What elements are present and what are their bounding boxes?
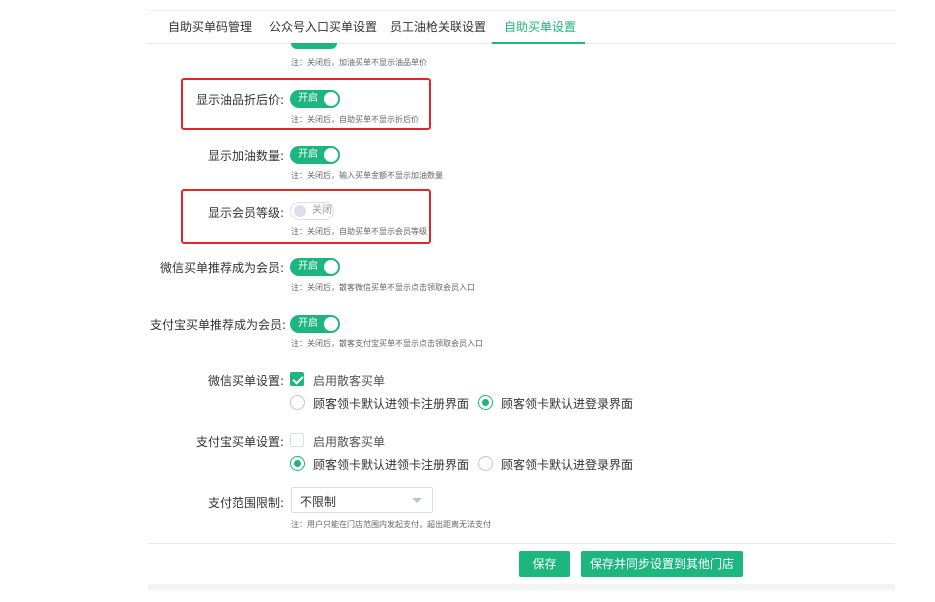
alipay-member-note: 注：关闭后，散客支付宝买单不显示点击领取会员入口 bbox=[291, 339, 483, 348]
alipay-enable-checkbox[interactable] bbox=[290, 433, 304, 447]
alipay-enable-label: 启用散客买单 bbox=[313, 435, 386, 449]
discount-price-label: 显示油品折后价: bbox=[195, 93, 284, 107]
alipay-radio-register[interactable] bbox=[290, 456, 305, 471]
wechat-radio-login-label: 顾客领卡默认进登录界面 bbox=[501, 397, 634, 411]
toggle-text: 开启 bbox=[298, 318, 318, 329]
member-level-note: 注：关闭后，自助买单不显示会员等级 bbox=[291, 227, 427, 236]
discount-price-toggle[interactable]: 开启 bbox=[290, 90, 340, 108]
member-level-toggle[interactable]: 关闭 bbox=[290, 202, 334, 220]
toggle-knob bbox=[324, 148, 338, 162]
pay-range-label: 支付范围限制: bbox=[207, 496, 284, 510]
tab-official-account-entry[interactable]: 公众号入口买单设置 bbox=[269, 11, 377, 44]
tab-self-pay-code[interactable]: 自助买单码管理 bbox=[168, 11, 252, 44]
tab-self-pay-settings[interactable]: 自助买单设置 bbox=[504, 11, 576, 44]
toggle-knob bbox=[294, 205, 306, 217]
tab-staff-nozzle[interactable]: 员工油枪关联设置 bbox=[390, 11, 486, 44]
toggle-knob bbox=[324, 260, 338, 274]
fuel-quantity-note: 注：关闭后，输入买单金额不显示加油数量 bbox=[291, 171, 443, 180]
alipay-member-label: 支付宝买单推荐成为会员: bbox=[150, 318, 287, 332]
wechat-member-label: 微信买单推荐成为会员: bbox=[159, 261, 284, 275]
top-note: 注：关闭后，加油买单不显示油品单价 bbox=[291, 58, 427, 67]
chevron-down-icon bbox=[412, 498, 422, 503]
fuel-quantity-label: 显示加油数量: bbox=[207, 149, 284, 163]
member-level-label: 显示会员等级: bbox=[207, 206, 284, 220]
alipay-pay-label: 支付宝买单设置: bbox=[195, 435, 284, 449]
wechat-enable-label: 启用散客买单 bbox=[313, 374, 386, 388]
toggle-text: 开启 bbox=[298, 261, 318, 272]
wechat-enable-checkbox[interactable] bbox=[290, 372, 304, 386]
pay-range-note: 注：用户只能在门店范围内发起支付，超出距离无法支付 bbox=[291, 520, 491, 529]
save-button[interactable]: 保存 bbox=[519, 551, 570, 577]
discount-price-note: 注：关闭后，自助买单不显示折后价 bbox=[291, 115, 419, 124]
wechat-member-note: 注：关闭后，散客微信买单不显示点击领取会员入口 bbox=[291, 283, 475, 292]
wechat-member-toggle[interactable]: 开启 bbox=[290, 258, 340, 276]
fuel-quantity-toggle[interactable]: 开启 bbox=[290, 146, 340, 164]
save-sync-button[interactable]: 保存并同步设置到其他门店 bbox=[581, 551, 743, 577]
pay-range-value: 不限制 bbox=[300, 495, 337, 509]
wechat-radio-register-label: 顾客领卡默认进领卡注册界面 bbox=[313, 397, 470, 411]
toggle-text: 开启 bbox=[298, 93, 318, 104]
active-tab-indicator bbox=[492, 42, 585, 44]
toggle-knob bbox=[324, 92, 338, 106]
wechat-radio-register[interactable] bbox=[290, 395, 305, 410]
alipay-radio-login-label: 顾客领卡默认进登录界面 bbox=[501, 458, 634, 472]
toggle-knob bbox=[324, 317, 338, 331]
alipay-radio-register-label: 顾客领卡默认进领卡注册界面 bbox=[313, 458, 470, 472]
alipay-radio-login[interactable] bbox=[478, 456, 493, 471]
alipay-member-toggle[interactable]: 开启 bbox=[290, 315, 340, 333]
wechat-radio-login[interactable] bbox=[478, 395, 493, 410]
toggle-text: 关闭 bbox=[312, 205, 332, 216]
price-toggle-partial[interactable] bbox=[291, 43, 337, 49]
pay-range-select[interactable]: 不限制 bbox=[291, 487, 433, 513]
wechat-pay-label: 微信买单设置: bbox=[207, 374, 284, 388]
footer-bar bbox=[148, 584, 895, 590]
footer-divider bbox=[148, 543, 895, 544]
toggle-text: 开启 bbox=[298, 149, 318, 160]
tab-bar: 自助买单码管理 公众号入口买单设置 员工油枪关联设置 自助买单设置 bbox=[148, 10, 895, 44]
